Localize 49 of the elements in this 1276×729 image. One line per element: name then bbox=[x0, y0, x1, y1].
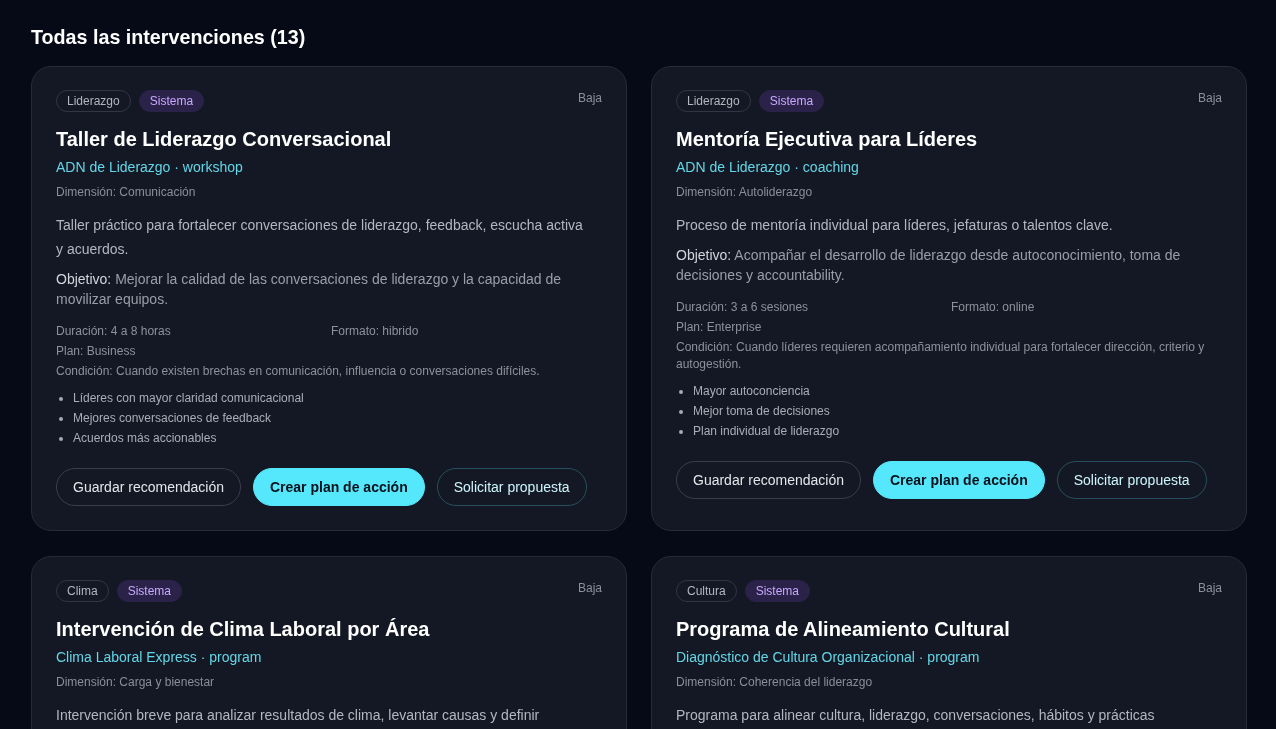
plan-text: Plan: Enterprise bbox=[676, 319, 763, 336]
benefit-text: Mayor autoconciencia bbox=[693, 383, 810, 400]
format-text: Formato: hibrido bbox=[331, 323, 420, 340]
bullet-icon bbox=[59, 436, 63, 441]
card-title: Programa de Alineamiento Cultural bbox=[676, 617, 1011, 642]
section-heading: Todas las intervenciones (13) bbox=[31, 25, 307, 50]
card-title: Taller de Liderazgo Conversacional bbox=[56, 127, 393, 152]
card-subtitle: Diagnóstico de Cultura Organizacional · program bbox=[676, 648, 981, 667]
card-title: Mentoría Ejecutiva para Líderes bbox=[676, 127, 979, 152]
duration-text: Duración: 4 a 8 horas bbox=[56, 323, 172, 340]
bullet-icon bbox=[679, 389, 683, 394]
priority-label: Baja bbox=[1197, 580, 1222, 596]
card-title: Intervención de Clima Laboral por Área bbox=[56, 617, 431, 642]
objective-text: Objetivo: Mejorar la calidad de las conversaciones de liderazgo y la capacidad de movilizar equipos. bbox=[56, 270, 563, 309]
bullet-icon bbox=[679, 409, 683, 414]
plan-text: Plan: Business bbox=[56, 343, 137, 360]
tag: Sistema bbox=[758, 90, 825, 112]
benefit-text: Líderes con mayor claridad comunicacional bbox=[73, 390, 304, 407]
dimension-text: Dimensión: Autoliderazgo bbox=[676, 184, 814, 201]
objective-text: Objetivo: Acompañar el desarrollo de liderazgo desde autoconocimiento, toma de decisiones y accountability. bbox=[676, 246, 1182, 285]
benefit-text: Mejor toma de decisiones bbox=[693, 403, 830, 420]
dimension-text: Dimensión: Coherencia del liderazgo bbox=[676, 674, 874, 691]
priority-label: Baja bbox=[1197, 90, 1222, 106]
priority-label: Baja bbox=[577, 580, 602, 596]
bullet-icon bbox=[679, 429, 683, 434]
description-text: Intervención breve para analizar resultados de clima, levantar causas y definir bbox=[56, 706, 541, 725]
bullet-icon bbox=[59, 416, 63, 421]
description-text: Programa para alinear cultura, liderazgo, conversaciones, hábitos y prácticas bbox=[676, 706, 1156, 725]
benefit-text: Mejores conversaciones de feedback bbox=[73, 410, 272, 427]
condition-text: Condición: Cuando existen brechas en comunicación, influencia o conversaciones difíciles. bbox=[56, 363, 541, 380]
create-plan-button[interactable]: Crear plan de acción bbox=[253, 468, 425, 506]
benefit-text: Acuerdos más accionables bbox=[73, 430, 217, 447]
benefit-text: Plan individual de liderazgo bbox=[693, 423, 840, 440]
description-text: Proceso de mentoría individual para líderes, jefaturas o talentos clave. bbox=[676, 216, 1114, 235]
card-subtitle: Clima Laboral Express · program bbox=[56, 648, 263, 667]
dimension-text: Dimensión: Comunicación bbox=[56, 184, 197, 201]
tag: Sistema bbox=[116, 580, 183, 602]
duration-text: Duración: 3 a 6 sesiones bbox=[676, 299, 810, 316]
priority-label: Baja bbox=[577, 90, 602, 106]
description-text: Taller práctico para fortalecer conversaciones de liderazgo, feedback, escucha activa y acuerdos. bbox=[56, 216, 584, 259]
dimension-text: Dimensión: Carga y bienestar bbox=[56, 674, 216, 691]
card-subtitle: ADN de Liderazgo · workshop bbox=[56, 158, 244, 177]
tag: Sistema bbox=[138, 90, 205, 112]
format-text: Formato: online bbox=[951, 299, 1036, 316]
condition-text: Condición: Cuando líderes requieren acompañamiento individual para fortalecer dirección, criterio y autogestión. bbox=[676, 339, 1206, 373]
bullet-icon bbox=[59, 396, 63, 401]
create-plan-button[interactable]: Crear plan de acción bbox=[873, 461, 1045, 499]
card-subtitle: ADN de Liderazgo · coaching bbox=[676, 158, 860, 177]
tag: Sistema bbox=[744, 580, 811, 602]
